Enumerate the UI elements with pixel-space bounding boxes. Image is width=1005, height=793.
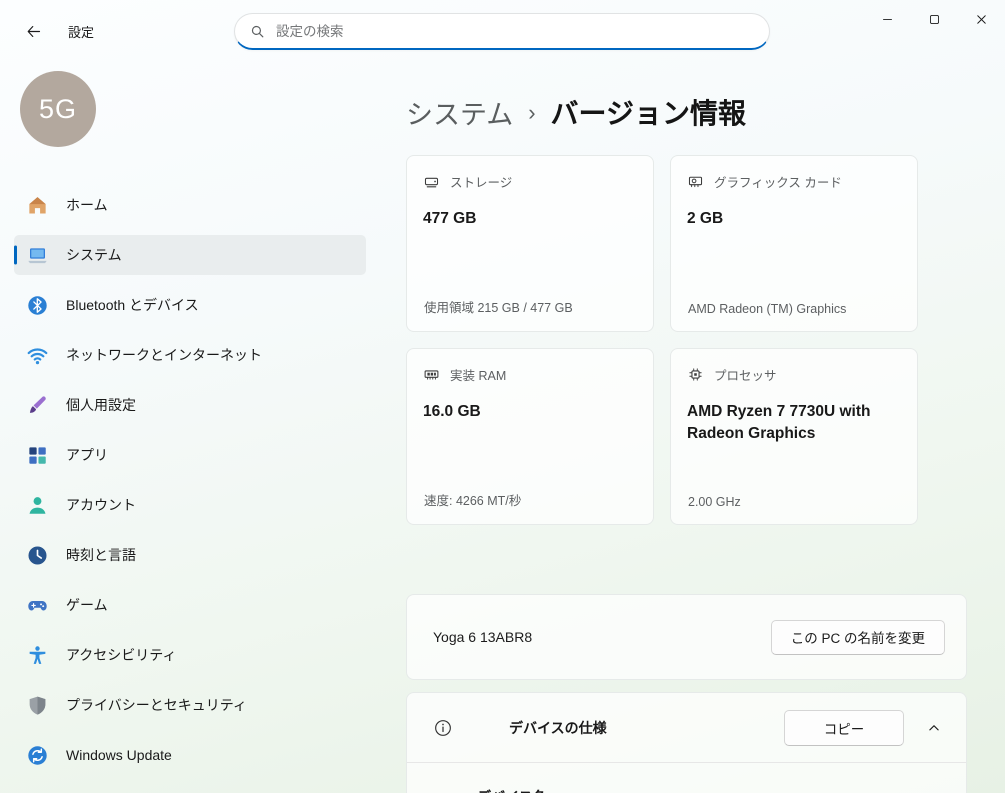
- sidebar-item-time-language[interactable]: 時刻と言語: [14, 535, 366, 575]
- settings-window: 設定 5G: [0, 0, 1005, 793]
- sidebar-item-windows-update[interactable]: Windows Update: [14, 735, 366, 775]
- gaming-icon: [26, 594, 49, 617]
- card-detail: 使用領域 215 GB / 477 GB: [424, 297, 573, 316]
- sidebar-item-label: アクセシビリティ: [66, 645, 176, 665]
- sidebar-item-system[interactable]: システム: [14, 235, 366, 275]
- sidebar-item-label: 個人用設定: [66, 395, 136, 415]
- spec-cards-grid: ストレージ 477 GB 使用領域 215 GB / 477 GB グラフィック…: [406, 155, 972, 525]
- avatar[interactable]: 5G: [20, 71, 96, 147]
- sidebar-nav: ホーム システム Bluetooth とデバイス: [14, 185, 366, 775]
- rename-pc-button[interactable]: この PC の名前を変更: [771, 620, 945, 655]
- main-content: システム › バージョン情報 ストレージ 477 GB 使用領域 215 GB …: [380, 63, 1005, 793]
- sidebar-item-accounts[interactable]: アカウント: [14, 485, 366, 525]
- gpu-icon: [687, 173, 704, 190]
- back-icon: [25, 23, 42, 40]
- card-label: プロセッサ: [714, 365, 777, 384]
- apps-icon: [26, 444, 49, 467]
- sidebar-item-label: プライバシーとセキュリティ: [66, 695, 247, 715]
- sidebar: 5G ホーム システム: [0, 63, 380, 793]
- device-name: Yoga 6 13ABR8: [433, 629, 532, 645]
- accounts-icon: [26, 494, 49, 517]
- device-specs-section: デバイスの仕様 コピー デバイス名: [406, 692, 967, 793]
- copy-button[interactable]: コピー: [784, 710, 904, 746]
- close-icon: [974, 12, 989, 27]
- sidebar-item-accessibility[interactable]: アクセシビリティ: [14, 635, 366, 675]
- maximize-button[interactable]: [911, 0, 958, 38]
- network-icon: [26, 344, 49, 367]
- storage-icon: [423, 173, 440, 190]
- avatar-text: 5G: [39, 94, 77, 125]
- graphics-card-card: グラフィックス カード 2 GB AMD Radeon (TM) Graphic…: [670, 155, 918, 332]
- search-box[interactable]: [234, 13, 770, 50]
- app-title: 設定: [68, 22, 94, 41]
- system-icon: [26, 244, 49, 267]
- privacy-icon: [26, 694, 49, 717]
- processor-card: プロセッサ AMD Ryzen 7 7730U with Radeon Grap…: [670, 348, 918, 525]
- minimize-button[interactable]: [864, 0, 911, 38]
- page-title: バージョン情報: [551, 92, 746, 132]
- sidebar-item-label: ゲーム: [66, 595, 108, 615]
- device-specs-title: デバイスの仕様: [509, 718, 607, 738]
- sidebar-item-network-internet[interactable]: ネットワークとインターネット: [14, 335, 366, 375]
- titlebar: 設定: [0, 0, 1005, 63]
- breadcrumb-chevron-icon: ›: [528, 98, 535, 126]
- sidebar-item-label: アカウント: [66, 495, 136, 515]
- sidebar-item-label: Bluetooth とデバイス: [66, 295, 199, 315]
- card-label: 実装 RAM: [450, 365, 506, 384]
- storage-card: ストレージ 477 GB 使用領域 215 GB / 477 GB: [406, 155, 654, 332]
- card-value: AMD Ryzen 7 7730U with Radeon Graphics: [687, 401, 901, 444]
- windows-update-icon: [26, 744, 49, 767]
- card-detail: AMD Radeon (TM) Graphics: [688, 302, 846, 316]
- ram-card: 実装 RAM 16.0 GB 速度: 4266 MT/秒: [406, 348, 654, 525]
- personalization-icon: [26, 394, 49, 417]
- device-name-label: デバイス名: [477, 787, 966, 793]
- card-value: 16.0 GB: [423, 401, 637, 423]
- sidebar-item-label: ホーム: [66, 195, 108, 215]
- sidebar-item-home[interactable]: ホーム: [14, 185, 366, 225]
- card-detail: 速度: 4266 MT/秒: [424, 490, 521, 509]
- card-label: グラフィックス カード: [714, 172, 842, 191]
- close-button[interactable]: [958, 0, 1005, 38]
- chevron-up-icon: [925, 719, 943, 737]
- breadcrumb: システム › バージョン情報: [406, 92, 972, 132]
- device-specs-expander[interactable]: デバイスの仕様 コピー: [407, 693, 966, 762]
- sidebar-item-label: アプリ: [66, 445, 108, 465]
- time-language-icon: [26, 544, 49, 567]
- back-button[interactable]: [16, 17, 50, 47]
- bluetooth-icon: [26, 294, 49, 317]
- breadcrumb-parent[interactable]: システム: [406, 93, 513, 132]
- sidebar-item-bluetooth-devices[interactable]: Bluetooth とデバイス: [14, 285, 366, 325]
- card-detail: 2.00 GHz: [688, 495, 741, 509]
- device-specs-body: デバイス名: [407, 762, 966, 793]
- sidebar-item-label: Windows Update: [66, 747, 172, 763]
- device-name-row: Yoga 6 13ABR8 この PC の名前を変更: [406, 594, 967, 680]
- ram-icon: [423, 366, 440, 383]
- search-input[interactable]: [276, 24, 763, 39]
- card-value: 477 GB: [423, 208, 637, 230]
- info-icon: [433, 718, 453, 738]
- sidebar-item-label: システム: [66, 245, 122, 265]
- collapse-button[interactable]: [921, 715, 947, 741]
- cpu-icon: [687, 366, 704, 383]
- sidebar-item-label: ネットワークとインターネット: [66, 345, 262, 365]
- minimize-icon: [880, 12, 895, 27]
- sidebar-item-apps[interactable]: アプリ: [14, 435, 366, 475]
- card-label: ストレージ: [450, 172, 512, 191]
- sidebar-item-privacy-security[interactable]: プライバシーとセキュリティ: [14, 685, 366, 725]
- home-icon: [26, 194, 49, 217]
- accessibility-icon: [26, 644, 49, 667]
- sidebar-item-label: 時刻と言語: [66, 545, 136, 565]
- sidebar-item-gaming[interactable]: ゲーム: [14, 585, 366, 625]
- search-icon: [249, 23, 266, 40]
- card-value: 2 GB: [687, 208, 901, 230]
- sidebar-item-personalization[interactable]: 個人用設定: [14, 385, 366, 425]
- window-controls: [864, 0, 1005, 38]
- maximize-icon: [927, 12, 942, 27]
